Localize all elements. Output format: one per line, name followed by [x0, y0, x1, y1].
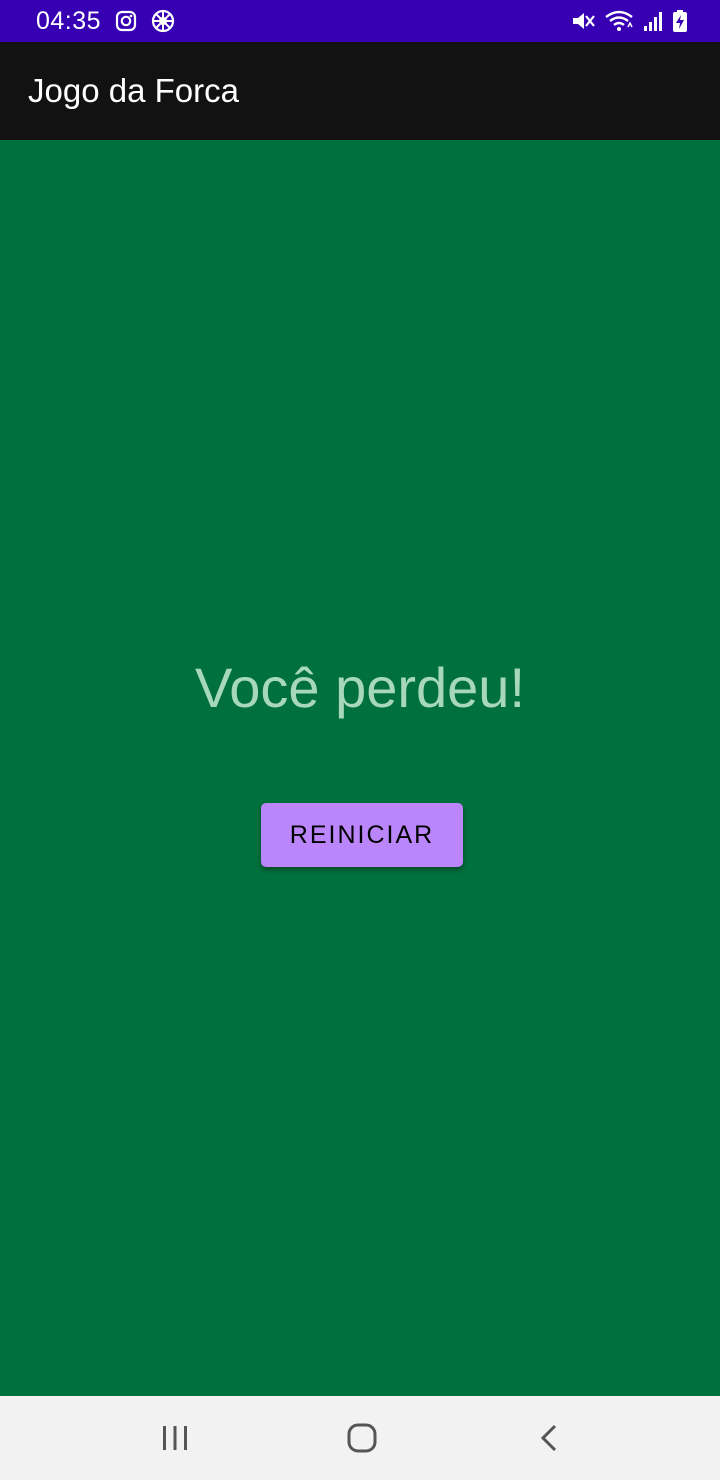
home-icon — [346, 1422, 378, 1454]
signal-icon — [642, 9, 664, 33]
game-content: Você perdeu! REINICIAR — [0, 140, 720, 1396]
settings-wheel-icon — [151, 9, 175, 33]
back-icon — [535, 1423, 565, 1453]
navigation-bar — [0, 1396, 720, 1480]
mute-icon — [570, 9, 596, 33]
back-button[interactable] — [490, 1396, 610, 1480]
recent-apps-icon — [160, 1423, 190, 1453]
status-right — [570, 9, 688, 33]
app-bar: Jogo da Forca — [0, 42, 720, 140]
result-message: Você perdeu! — [194, 656, 526, 719]
battery-charging-icon — [672, 9, 688, 33]
instagram-icon — [115, 10, 137, 32]
restart-button[interactable]: REINICIAR — [261, 803, 463, 867]
home-button[interactable] — [302, 1396, 422, 1480]
recent-apps-button[interactable] — [115, 1396, 235, 1480]
status-time: 04:35 — [36, 6, 102, 35]
wifi-icon — [604, 9, 634, 33]
app-title: Jogo da Forca — [28, 72, 239, 109]
screen: 04:35 Jogo da Forca Você perdeu! REINICI… — [0, 0, 720, 1480]
status-bar: 04:35 — [0, 0, 720, 42]
status-left: 04:35 — [36, 7, 175, 36]
